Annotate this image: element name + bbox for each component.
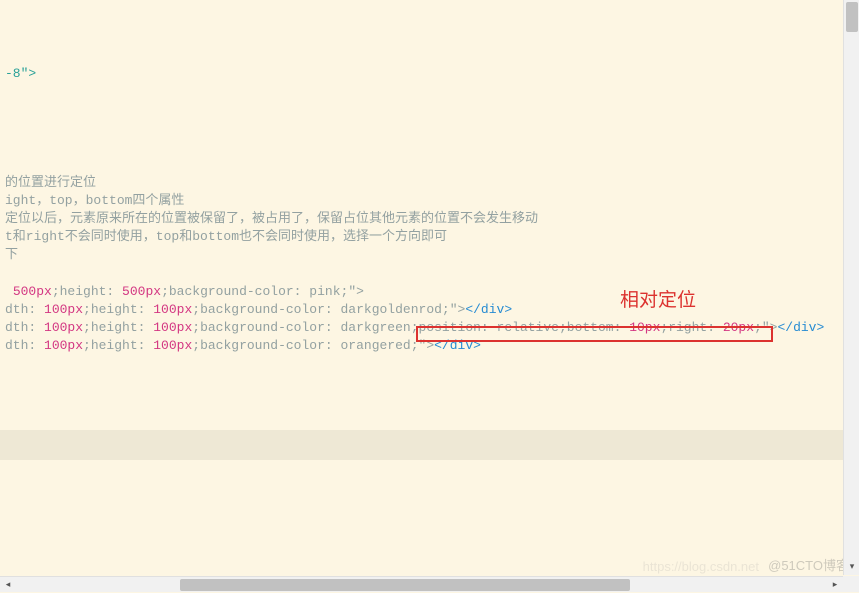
code-line: ight，top，bottom四个属性 <box>0 192 859 210</box>
code-line <box>0 28 859 46</box>
code-line <box>0 83 859 101</box>
code-comment: 定位以后，元素原来所在的位置被保留了，被占用了，保留占位其他元素的位置不会发生移… <box>5 211 538 226</box>
close-tag: </div> <box>465 302 512 317</box>
code-line <box>0 10 859 28</box>
horizontal-scrollbar[interactable]: ◂ ▸ <box>0 576 843 592</box>
code-line <box>0 101 859 119</box>
css-value: 500px <box>122 284 161 299</box>
css-value: 100px <box>153 302 192 317</box>
code-line <box>0 137 859 155</box>
css-value: 100px <box>153 338 192 353</box>
code-text: -8"> <box>5 66 36 81</box>
vertical-scrollbar-thumb[interactable] <box>846 2 858 32</box>
css-value: 100px <box>153 320 192 335</box>
annotation-label: 相对定位 <box>620 285 696 312</box>
code-line: -8"> <box>0 65 859 83</box>
code-line: 定位以后，元素原来所在的位置被保留了，被占用了，保留占位其他元素的位置不会发生移… <box>0 210 859 228</box>
code-line: t和right不会同时使用，top和bottom也不会同时使用，选择一个方向即可 <box>0 228 859 246</box>
annotation-highlight-box <box>416 326 773 342</box>
code-line <box>0 46 859 64</box>
code-comment: 下 <box>5 247 18 262</box>
code-line <box>0 119 859 137</box>
close-tag: </div> <box>777 320 824 335</box>
css-value: 500px <box>13 284 52 299</box>
css-value: darkgoldenrod <box>341 302 442 317</box>
css-value: pink <box>309 284 340 299</box>
code-comment: t和right不会同时使用，top和bottom也不会同时使用，选择一个方向即可 <box>5 229 447 244</box>
code-line: dth: 100px;height: 100px;background-colo… <box>0 301 859 319</box>
vertical-scrollbar[interactable]: ▾ <box>843 0 859 575</box>
css-value: 100px <box>44 338 83 353</box>
divider <box>0 430 859 460</box>
code-line: 500px;height: 500px;background-color: pi… <box>0 283 859 301</box>
watermark: @51CTO博客 <box>768 555 849 574</box>
code-line <box>0 156 859 174</box>
scroll-down-arrow-icon[interactable]: ▾ <box>844 559 859 575</box>
css-value: orangered <box>341 338 411 353</box>
scroll-left-arrow-icon[interactable]: ◂ <box>0 577 16 593</box>
code-comment: 的位置进行定位 <box>5 175 96 190</box>
scroll-corner <box>843 576 859 592</box>
horizontal-scrollbar-thumb[interactable] <box>180 579 630 591</box>
code-viewport[interactable]: -8"> 的位置进行定位 ight，top，bottom四个属性 定位以后，元素… <box>0 0 859 575</box>
css-value: 100px <box>44 320 83 335</box>
code-line: 的位置进行定位 <box>0 174 859 192</box>
watermark-secondary: https://blog.csdn.net <box>643 559 759 574</box>
css-value: 100px <box>44 302 83 317</box>
scroll-right-arrow-icon[interactable]: ▸ <box>827 577 843 593</box>
code-line <box>0 265 859 283</box>
code-line: 下 <box>0 246 859 264</box>
css-value: darkgreen <box>341 320 411 335</box>
code-comment: ight，top，bottom四个属性 <box>5 193 184 208</box>
